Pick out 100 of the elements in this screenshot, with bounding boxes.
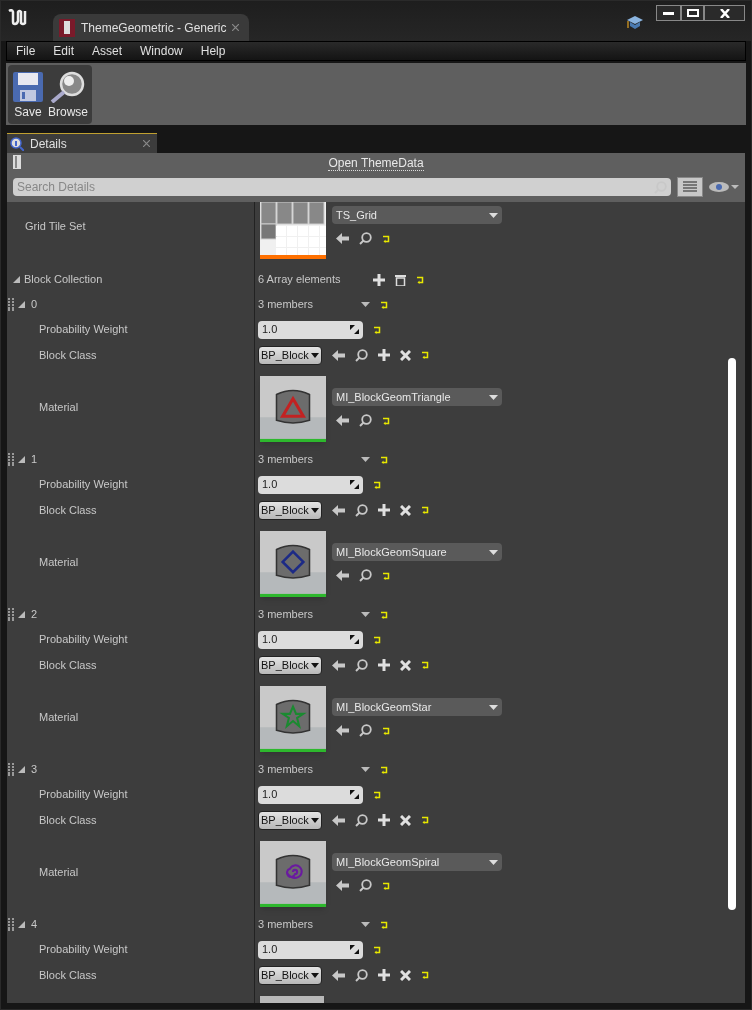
- material-dropdown[interactable]: MI_BlockGeomSpiral: [332, 853, 502, 871]
- material-thumbnail[interactable]: [260, 686, 326, 752]
- arrow-left-icon[interactable]: [336, 415, 349, 426]
- view-options-button[interactable]: [677, 177, 703, 197]
- search-icon[interactable]: [359, 232, 372, 245]
- reset-icon[interactable]: [382, 726, 391, 735]
- graduation-cap-icon[interactable]: [627, 15, 643, 30]
- reset-icon[interactable]: [416, 275, 425, 284]
- reset-icon[interactable]: [420, 661, 430, 669]
- number-field[interactable]: 1.0: [258, 475, 363, 494]
- expand-triangle-icon[interactable]: [13, 276, 20, 283]
- arrow-left-icon[interactable]: [336, 880, 349, 891]
- plus-icon[interactable]: [377, 659, 390, 671]
- search-icon[interactable]: [354, 348, 368, 362]
- reset-icon[interactable]: [380, 300, 389, 309]
- material-dropdown[interactable]: MI_BlockGeomTriangle: [332, 388, 502, 406]
- reset-icon[interactable]: [420, 816, 430, 824]
- reset-icon[interactable]: [380, 610, 389, 619]
- dropdown-caret-icon[interactable]: [361, 302, 370, 307]
- resize-arrows-icon[interactable]: [350, 325, 359, 334]
- plus-icon[interactable]: [373, 273, 385, 286]
- expand-triangle-icon[interactable]: [18, 456, 25, 463]
- clear-icon[interactable]: [399, 969, 411, 981]
- dropdown-caret-icon[interactable]: [361, 612, 370, 617]
- material-thumbnail[interactable]: [260, 376, 326, 442]
- tile-set-thumbnail[interactable]: [260, 202, 326, 259]
- resize-arrows-icon[interactable]: [350, 945, 359, 954]
- dropdown-caret-icon[interactable]: [310, 972, 319, 978]
- drag-handle-icon[interactable]: [8, 298, 14, 311]
- clear-icon[interactable]: [399, 349, 411, 361]
- arrow-left-icon[interactable]: [331, 349, 345, 361]
- material-thumbnail[interactable]: [260, 841, 326, 907]
- drag-handle-icon[interactable]: [8, 918, 14, 931]
- menu-item[interactable]: Window: [140, 42, 183, 60]
- class-picker[interactable]: BP_Block: [258, 810, 322, 830]
- dropdown-caret-icon[interactable]: [361, 457, 370, 462]
- open-themedata-link[interactable]: Open ThemeData: [328, 157, 424, 171]
- details-tab[interactable]: Details: [7, 133, 157, 153]
- reset-icon[interactable]: [420, 971, 430, 979]
- expand-triangle-icon[interactable]: [18, 301, 25, 308]
- arrow-left-icon[interactable]: [336, 570, 349, 581]
- expand-triangle-icon[interactable]: [18, 921, 25, 928]
- number-field[interactable]: 1.0: [258, 320, 363, 339]
- reset-icon[interactable]: [380, 765, 389, 774]
- reset-icon[interactable]: [382, 416, 391, 425]
- expand-triangle-icon[interactable]: [18, 766, 25, 773]
- dropdown-caret-icon[interactable]: [361, 767, 370, 772]
- search-icon[interactable]: [359, 414, 372, 427]
- drag-handle-icon[interactable]: [8, 608, 14, 621]
- menu-item[interactable]: Asset: [92, 42, 123, 60]
- arrow-left-icon[interactable]: [331, 659, 345, 671]
- reset-icon[interactable]: [420, 506, 430, 514]
- class-picker[interactable]: BP_Block: [258, 500, 322, 520]
- material-thumbnail[interactable]: [260, 531, 326, 597]
- class-picker[interactable]: BP_Block: [258, 965, 322, 985]
- plus-icon[interactable]: [377, 969, 390, 981]
- browse-button[interactable]: Browse: [48, 70, 88, 121]
- number-field[interactable]: 1.0: [258, 630, 363, 649]
- expand-triangle-icon[interactable]: [18, 611, 25, 618]
- minimize-button[interactable]: [656, 5, 681, 21]
- tile-set-dropdown[interactable]: TS_Grid: [332, 206, 502, 224]
- clear-icon[interactable]: [399, 659, 411, 671]
- plus-icon[interactable]: [377, 349, 390, 361]
- search-icon[interactable]: [359, 569, 372, 582]
- scrollbar[interactable]: [728, 358, 736, 910]
- dropdown-caret-icon[interactable]: [361, 922, 370, 927]
- number-field[interactable]: 1.0: [258, 785, 363, 804]
- class-picker[interactable]: BP_Block: [258, 345, 322, 365]
- reset-icon[interactable]: [380, 455, 389, 464]
- resize-arrows-icon[interactable]: [350, 635, 359, 644]
- menu-item[interactable]: Edit: [53, 42, 75, 60]
- resize-arrows-icon[interactable]: [350, 790, 359, 799]
- search-icon[interactable]: [354, 968, 368, 982]
- arrow-left-icon[interactable]: [331, 814, 345, 826]
- clear-icon[interactable]: [399, 814, 411, 826]
- drag-handle-icon[interactable]: [8, 453, 14, 466]
- number-field[interactable]: 1.0: [258, 940, 363, 959]
- reset-icon[interactable]: [382, 571, 391, 580]
- search-icon[interactable]: [354, 503, 368, 517]
- dropdown-caret-icon[interactable]: [310, 507, 319, 513]
- class-picker[interactable]: BP_Block: [258, 655, 322, 675]
- search-icon[interactable]: [354, 813, 368, 827]
- dropdown-caret-icon[interactable]: [310, 352, 319, 358]
- reset-icon[interactable]: [382, 881, 391, 890]
- search-icon[interactable]: [359, 879, 372, 892]
- menu-item[interactable]: Help: [200, 42, 226, 60]
- eye-icon[interactable]: [709, 181, 739, 193]
- close-button[interactable]: [704, 5, 745, 21]
- material-dropdown[interactable]: MI_BlockGeomStar: [332, 698, 502, 716]
- clear-icon[interactable]: [399, 504, 411, 516]
- reset-icon[interactable]: [380, 920, 389, 929]
- reset-icon[interactable]: [373, 790, 382, 799]
- drag-handle-icon[interactable]: [8, 763, 14, 776]
- reset-icon[interactable]: [382, 234, 391, 243]
- search-icon[interactable]: [359, 724, 372, 737]
- document-tab[interactable]: ThemeGeometric - Generic: [53, 14, 249, 41]
- arrow-left-icon[interactable]: [336, 233, 349, 244]
- reset-icon[interactable]: [373, 945, 382, 954]
- reset-icon[interactable]: [373, 480, 382, 489]
- maximize-button[interactable]: [681, 5, 704, 21]
